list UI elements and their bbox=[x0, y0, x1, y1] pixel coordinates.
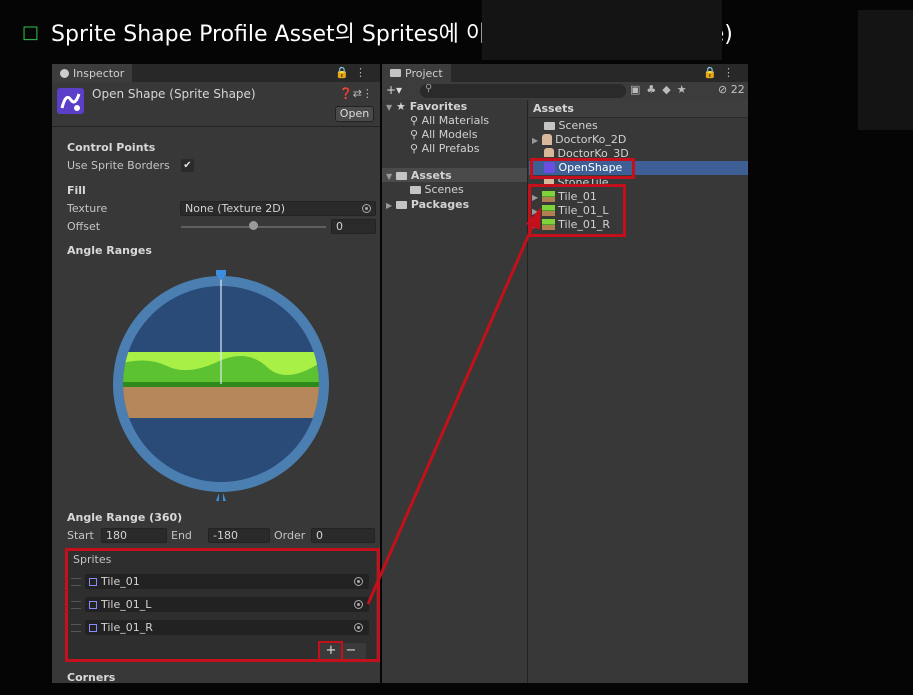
file-item-doctorko-2d[interactable]: ▶ DoctorKo_2D bbox=[532, 133, 626, 146]
project-tabbar: Project 🔒⋮ bbox=[382, 64, 748, 82]
angle-range-header: Angle Range (360) bbox=[67, 511, 183, 524]
info-icon bbox=[60, 68, 69, 78]
use-sprite-borders-checkbox[interactable]: ✔ bbox=[181, 159, 194, 172]
highlight-box-add-button bbox=[318, 641, 343, 661]
hidden-count[interactable]: ⊘ 22 bbox=[718, 83, 745, 96]
end-value: -180 bbox=[213, 529, 238, 542]
angle-ranges-header: Angle Ranges bbox=[67, 244, 152, 257]
search-icon: ⚲ bbox=[410, 114, 419, 127]
tab-inspector[interactable]: Inspector bbox=[52, 64, 133, 82]
character-thumbnail bbox=[541, 134, 552, 145]
character-thumbnail bbox=[544, 148, 554, 157]
end-label: End bbox=[171, 529, 192, 542]
background-window-right bbox=[858, 10, 913, 130]
favorite-item[interactable]: ⚲ All Prefabs bbox=[410, 142, 480, 155]
search-icon: ⚲ bbox=[410, 128, 419, 141]
folder-icon bbox=[544, 122, 555, 130]
start-value: 180 bbox=[106, 529, 127, 542]
folder-icon bbox=[396, 201, 407, 209]
assets-tree-item[interactable]: ▼ Assets bbox=[386, 169, 452, 182]
scenes-tree-item[interactable]: Scenes bbox=[410, 183, 464, 196]
object-title: Open Shape (Sprite Shape) bbox=[92, 87, 256, 101]
background-window bbox=[482, 0, 722, 60]
inspector-tabbar: Inspector 🔒⋮ bbox=[52, 64, 380, 82]
search-icon: ⚲ bbox=[425, 83, 433, 94]
favorites-label: Favorites bbox=[409, 100, 468, 113]
eye-slash-icon: ⊘ bbox=[718, 83, 728, 96]
fold-icon: ▶ bbox=[532, 136, 539, 145]
folder-icon bbox=[390, 69, 401, 77]
angle-range-circle[interactable] bbox=[107, 268, 337, 508]
order-value: 0 bbox=[316, 529, 323, 542]
search-icon: ⚲ bbox=[410, 142, 419, 155]
fill-header: Fill bbox=[67, 184, 86, 197]
packages-label: Packages bbox=[410, 198, 470, 211]
use-sprite-borders-label: Use Sprite Borders bbox=[67, 159, 170, 172]
file-item-doctorko-3d[interactable]: DoctorKo_3D bbox=[544, 147, 629, 157]
lock-menu-icon[interactable]: 🔒⋮ bbox=[703, 66, 740, 79]
control-points-header: Control Points bbox=[67, 141, 156, 154]
favorite-label: All Materials bbox=[421, 114, 490, 127]
open-button[interactable]: Open bbox=[335, 106, 374, 122]
inspector-panel: Inspector 🔒⋮ Open Shape (Sprite Shape) ❓… bbox=[52, 64, 380, 683]
fold-icon: ▼ bbox=[386, 103, 393, 112]
packages-tree-item[interactable]: ▶ Packages bbox=[386, 198, 469, 211]
angle-handle-bottom[interactable] bbox=[216, 493, 226, 501]
hidden-count-value: 22 bbox=[730, 83, 745, 96]
assets-label: Assets bbox=[410, 169, 452, 182]
toolbar-filter-icons[interactable]: ▣♣◆★ bbox=[630, 83, 693, 96]
scenes-label: Scenes bbox=[424, 183, 464, 196]
folder-icon bbox=[410, 186, 421, 194]
offset-slider-thumb[interactable] bbox=[249, 221, 258, 230]
favorite-label: All Prefabs bbox=[421, 142, 480, 155]
folder-icon bbox=[396, 172, 407, 180]
file-name: DoctorKo_2D bbox=[555, 133, 627, 146]
order-field[interactable]: 0 bbox=[311, 528, 375, 543]
start-field[interactable]: 180 bbox=[101, 528, 167, 543]
file-item-scenes[interactable]: Scenes bbox=[544, 119, 598, 132]
fold-icon: ▶ bbox=[386, 201, 393, 210]
corners-header: Corners bbox=[67, 671, 116, 683]
highlight-box-tiles bbox=[528, 184, 626, 237]
project-search-field[interactable]: ⚲ bbox=[420, 83, 626, 98]
file-name: Scenes bbox=[558, 119, 598, 132]
bullet-icon: □ bbox=[22, 21, 40, 43]
add-asset-button[interactable]: +▾ bbox=[386, 83, 402, 97]
favorite-item[interactable]: ⚲ All Materials bbox=[410, 114, 489, 127]
end-field[interactable]: -180 bbox=[208, 528, 270, 543]
tab-inspector-label: Inspector bbox=[73, 66, 125, 80]
breadcrumb[interactable]: Assets bbox=[533, 102, 574, 115]
project-panel: Project 🔒⋮ +▾ ⚲ ▣♣◆★ ⊘ 22 ▼ ★ Favorites … bbox=[382, 64, 748, 683]
offset-field[interactable]: 0 bbox=[331, 219, 376, 234]
tab-project[interactable]: Project bbox=[382, 64, 451, 82]
favorite-item[interactable]: ⚲ All Models bbox=[410, 128, 477, 141]
fold-icon: ▼ bbox=[386, 172, 393, 181]
offset-value: 0 bbox=[336, 220, 343, 233]
offset-label: Offset bbox=[67, 220, 101, 233]
texture-field[interactable]: None (Texture 2D) bbox=[180, 201, 376, 216]
favorite-label: All Models bbox=[421, 128, 478, 141]
file-name: DoctorKo_3D bbox=[557, 147, 629, 157]
checkmark-icon: ✔ bbox=[183, 160, 192, 171]
star-icon: ★ bbox=[396, 100, 406, 113]
texture-value: None (Texture 2D) bbox=[185, 202, 286, 215]
lock-menu-icon[interactable]: 🔒⋮ bbox=[335, 66, 372, 79]
start-label: Start bbox=[67, 529, 94, 542]
sprite-shape-asset-icon bbox=[57, 88, 84, 114]
tab-project-label: Project bbox=[405, 66, 443, 80]
divider bbox=[52, 126, 380, 127]
header-icons[interactable]: ❓⇄⋮ bbox=[339, 87, 373, 100]
favorites-item[interactable]: ▼ ★ Favorites bbox=[386, 100, 467, 113]
order-label: Order bbox=[274, 529, 306, 542]
texture-label: Texture bbox=[67, 202, 108, 215]
texture-picker-icon[interactable] bbox=[362, 204, 371, 213]
highlight-box-openshape bbox=[530, 158, 635, 179]
